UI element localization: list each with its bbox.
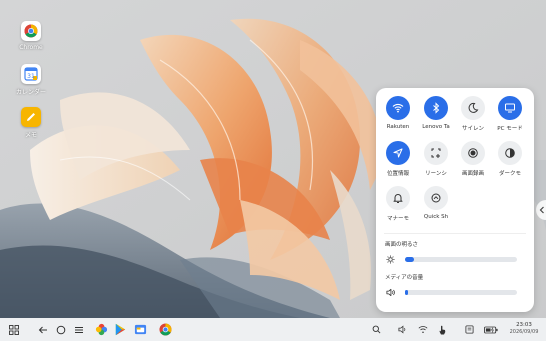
chevron-left-icon xyxy=(539,206,544,214)
desktop-icon-notes[interactable]: メモ xyxy=(11,107,51,139)
wifi-icon xyxy=(418,326,427,333)
chrome-icon xyxy=(21,21,41,41)
volume-button[interactable] xyxy=(395,322,410,337)
bell-icon xyxy=(386,186,410,210)
brightness-slider[interactable] xyxy=(405,256,517,262)
brightness-title: 画面の明るさ xyxy=(385,242,419,248)
photos-icon xyxy=(95,323,108,336)
taskbar-app-files[interactable] xyxy=(133,322,148,337)
qs-tile-silent[interactable]: サイレン xyxy=(456,96,490,132)
qs-tile-label: Quick Sh xyxy=(423,214,449,220)
qs-tile-bluetooth[interactable]: Lenovo Ta xyxy=(419,96,453,130)
brightness-slider-fill xyxy=(405,256,414,262)
pen-status-button[interactable] xyxy=(434,322,449,337)
desktop-icon-label: メモ xyxy=(24,132,37,139)
taskbar-app-chrome[interactable] xyxy=(158,322,173,337)
notes-icon xyxy=(21,107,41,127)
qs-tile-pc-mode[interactable]: PC モード xyxy=(493,96,527,132)
taskbar-app-photos[interactable] xyxy=(94,322,109,337)
recents-button[interactable] xyxy=(71,322,86,337)
qs-tile-label: 画面録画 xyxy=(461,171,484,177)
search-icon xyxy=(372,325,381,334)
monitor-icon xyxy=(498,96,522,120)
note-icon xyxy=(465,325,474,334)
play-store-icon xyxy=(115,323,126,336)
media-volume-slider-fill xyxy=(405,289,409,295)
location-icon xyxy=(386,141,410,165)
back-button[interactable] xyxy=(35,322,50,337)
desktop-icon-calendar[interactable]: 31 カレンダー xyxy=(11,64,51,96)
quick-settings-panel: Rakuten Lenovo Ta サイレン PC モード 位置情報 リーンシ … xyxy=(376,88,534,312)
taskbar: 23:03 2026/09/09 xyxy=(0,318,546,341)
taskbar-app-play-store[interactable] xyxy=(113,322,128,337)
qs-tile-screenshot[interactable]: リーンシ xyxy=(419,141,453,177)
home-button[interactable] xyxy=(53,322,68,337)
bluetooth-icon xyxy=(424,96,448,120)
screenshot-icon xyxy=(424,141,448,165)
speaker-icon xyxy=(398,325,406,334)
qs-tile-manner-mode[interactable]: マナーモ xyxy=(381,186,415,222)
battery-status[interactable] xyxy=(482,322,500,337)
qs-tile-label: マナーモ xyxy=(386,216,409,222)
qs-tile-label: ダークモ xyxy=(498,171,521,177)
notes-tray-button[interactable] xyxy=(462,322,477,337)
dark-mode-icon xyxy=(498,141,522,165)
home-circle-icon xyxy=(56,325,65,334)
qs-tile-quick-share[interactable]: Quick Sh xyxy=(419,186,453,220)
clock-date: 2026/09/09 xyxy=(509,329,539,335)
desktop-icon-chrome[interactable]: Chrome xyxy=(11,21,51,51)
grid-icon xyxy=(8,324,19,335)
app-drawer-button[interactable] xyxy=(6,322,21,337)
brightness-icon xyxy=(386,254,395,264)
wifi-status-button[interactable] xyxy=(415,322,430,337)
qs-tile-dark-mode[interactable]: ダークモ xyxy=(493,141,527,177)
qs-divider xyxy=(384,233,526,234)
qs-tile-location[interactable]: 位置情報 xyxy=(381,141,415,177)
media-volume-slider[interactable] xyxy=(405,289,517,295)
speaker-icon xyxy=(386,288,395,296)
arrow-left-icon xyxy=(38,326,47,333)
brightness-slider-row xyxy=(386,254,526,264)
qs-tile-label: PC モード xyxy=(497,126,523,132)
media-volume-title: メディアの音量 xyxy=(385,275,424,281)
taskbar-clock[interactable]: 23:03 2026/09/09 xyxy=(506,322,542,336)
battery-charging-icon xyxy=(483,326,498,333)
search-button[interactable] xyxy=(369,322,384,337)
wifi-icon xyxy=(386,96,410,120)
svg-text:31: 31 xyxy=(27,73,35,80)
clock-time: 23:03 xyxy=(516,322,532,328)
qs-tile-label: Lenovo Ta xyxy=(422,124,450,130)
qs-tile-wifi[interactable]: Rakuten xyxy=(381,96,415,130)
chrome-icon xyxy=(159,323,172,336)
qs-tile-label: Rakuten xyxy=(386,124,410,130)
moon-icon xyxy=(461,96,485,120)
menu-lines-icon xyxy=(74,326,83,333)
record-icon xyxy=(461,141,485,165)
qs-tile-screen-record[interactable]: 画面録画 xyxy=(456,141,490,177)
calendar-icon: 31 xyxy=(21,64,41,84)
desktop-icon-label: Chrome xyxy=(19,44,43,51)
qs-tile-label: サイレン xyxy=(461,126,484,132)
qs-tile-label: リーンシ xyxy=(425,171,447,177)
media-volume-slider-row xyxy=(386,287,526,297)
hand-pointer-icon xyxy=(439,325,445,334)
files-icon xyxy=(134,324,147,335)
desktop-icon-label: カレンダー xyxy=(15,89,46,96)
quick-share-icon xyxy=(424,186,448,210)
qs-tile-label: 位置情報 xyxy=(386,171,409,177)
